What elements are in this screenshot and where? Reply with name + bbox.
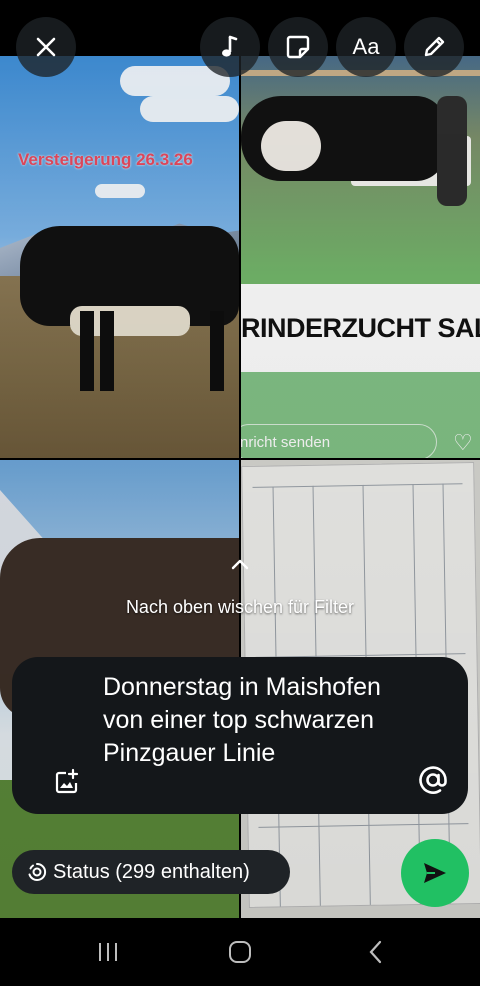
status-audience-button[interactable]: Status (299 enthalten) (12, 850, 290, 894)
cloud (140, 96, 239, 122)
system-navigation-bar (0, 918, 480, 986)
recent-apps-icon (99, 943, 117, 961)
handler (437, 96, 467, 206)
status-audience-label: Status (299 enthalten) (53, 860, 250, 883)
caption-box[interactable]: Donnerstag in Maishofen von einer top sc… (12, 657, 468, 814)
status-icon (28, 862, 47, 881)
home-icon (229, 941, 251, 963)
close-icon (36, 37, 56, 57)
sticker-icon (286, 35, 310, 59)
at-icon[interactable] (416, 763, 450, 797)
back-icon (369, 940, 382, 964)
doc-rule (258, 823, 469, 828)
swipe-filter-hint: Nach oben wischen für Filter (125, 597, 355, 617)
text-tool-button[interactable]: Aa (336, 17, 396, 77)
doc-rule (252, 483, 463, 488)
pencil-icon (424, 36, 445, 57)
send-button[interactable] (401, 839, 469, 907)
caption-input[interactable]: Donnerstag in Maishofen von einer top sc… (103, 671, 403, 770)
close-button[interactable] (16, 17, 76, 77)
auction-date-overlay: Versteigerung 26.3.26 (18, 150, 193, 169)
chevron-up-icon (231, 559, 249, 570)
home-button[interactable] (222, 936, 258, 968)
music-note-icon (222, 35, 238, 57)
send-icon (424, 863, 446, 883)
cow-leg (100, 311, 114, 391)
text-tool-label: Aa (352, 34, 380, 59)
heart-icon: ♡ (453, 430, 473, 455)
add-image-icon[interactable] (54, 767, 82, 795)
music-button[interactable] (200, 17, 260, 77)
cow-white-patch (261, 121, 321, 171)
draw-button[interactable] (404, 17, 464, 77)
cow-leg (80, 311, 94, 391)
sticker-button[interactable] (268, 17, 328, 77)
cow-leg (210, 311, 224, 391)
back-button[interactable] (358, 936, 394, 968)
rinderzucht-banner: RINDERZUCHT SALZBU (241, 284, 480, 372)
media-tile-1[interactable]: Versteigerung 26.3.26 (0, 56, 239, 458)
reply-field: nricht senden (241, 424, 437, 458)
recent-apps-button[interactable] (90, 936, 126, 968)
cloud (95, 184, 145, 198)
media-tile-2[interactable]: RINDERZUCHT SALZBU nricht senden ♡ (241, 56, 480, 458)
